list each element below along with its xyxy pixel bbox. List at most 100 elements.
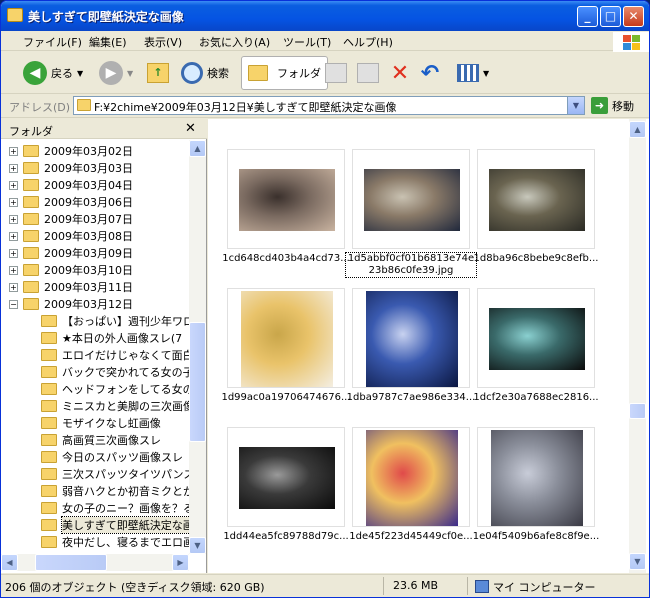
search-button[interactable]: 検索 (181, 58, 229, 88)
tree-subfolder[interactable]: バックで突かれてる女の子の (41, 364, 189, 380)
folders-button[interactable]: フォルダ (241, 56, 328, 90)
close-button[interactable]: ✕ (623, 6, 644, 27)
tree-date-folder[interactable]: +2009年03月07日 (9, 211, 133, 227)
folder-icon (41, 417, 57, 429)
expand-icon[interactable]: + (9, 197, 18, 207)
folder-pane-title: フォルダ (9, 125, 53, 138)
forward-button[interactable]: ▶ ▼ (99, 58, 133, 88)
maximize-button[interactable]: □ (600, 6, 621, 27)
status-bar: 206 個のオブジェクト (空きディスク領域: 620 GB) 23.6 MB … (1, 574, 649, 597)
delete-button[interactable]: ✕ (389, 58, 411, 88)
menu-help[interactable]: ヘルプ(H) (343, 34, 393, 50)
menu-edit[interactable]: 編集(E) (89, 34, 127, 50)
thumbnail-image (366, 291, 458, 387)
expand-icon[interactable]: + (9, 265, 18, 275)
scroll-up-icon[interactable]: ▲ (629, 121, 646, 138)
folder-tree-scrollbar[interactable]: ▲ ▼ (189, 140, 206, 554)
expand-icon[interactable]: + (9, 146, 18, 156)
tree-subfolder[interactable]: 夜中だし、寝るまでエロ画像 (41, 534, 189, 550)
scroll-thumb[interactable] (189, 322, 206, 442)
tree-subfolder[interactable]: モザイクなし虹画像 (41, 415, 161, 431)
tree-date-folder[interactable]: +2009年03月10日 (9, 262, 133, 278)
move-to-button[interactable] (325, 58, 347, 88)
address-input[interactable]: F:¥2chime¥2009年03月12日¥美しすぎて即壁紙決定な画像 ▼ (73, 96, 585, 115)
address-dropdown-icon[interactable]: ▼ (567, 97, 584, 114)
go-button[interactable]: ➜ 移動 (591, 97, 634, 114)
thumbnail-frame[interactable] (227, 288, 345, 388)
thumbnail-frame[interactable] (227, 149, 345, 249)
tree-date-folder[interactable]: +2009年03月08日 (9, 228, 133, 244)
thumbnail-frame[interactable] (352, 149, 470, 249)
tree-label: 2009年03月02日 (44, 145, 133, 158)
tree-subfolder[interactable]: 高画質三次画像スレ (41, 432, 161, 448)
scroll-up-icon[interactable]: ▲ (189, 140, 206, 157)
tree-subfolder[interactable]: 弱音ハクとか初音ミクとかの (41, 483, 189, 499)
thumbnail-frame[interactable] (352, 427, 470, 527)
minimize-button[interactable]: _ (577, 6, 598, 27)
scroll-down-icon[interactable]: ▼ (629, 553, 646, 570)
collapse-icon[interactable]: − (9, 299, 18, 309)
tree-date-folder[interactable]: +2009年03月11日 (9, 279, 133, 295)
copy-to-button[interactable] (357, 58, 379, 88)
tree-date-folder[interactable]: +2009年03月02日 (9, 143, 133, 159)
expand-icon[interactable]: + (9, 214, 18, 224)
menu-tools[interactable]: ツール(T) (283, 34, 331, 50)
tree-subfolder[interactable]: ミニスカと美脚の三次画像 (41, 398, 189, 414)
scroll-left-icon[interactable]: ◀ (1, 554, 18, 571)
folder-icon (41, 519, 57, 531)
thumbnail-frame[interactable] (477, 288, 595, 388)
tree-date-folder[interactable]: − 2009年03月12日 (9, 296, 133, 312)
go-label: 移動 (612, 99, 634, 113)
thumbnail-image (239, 447, 335, 509)
file-name: 1de45f223d45449cf0e... (349, 531, 473, 542)
scroll-right-icon[interactable]: ▶ (172, 554, 189, 571)
expand-icon[interactable]: + (9, 231, 18, 241)
back-button[interactable]: ◀ 戻る ▼ (23, 58, 83, 88)
expand-icon[interactable]: + (9, 163, 18, 173)
copy-to-icon (357, 63, 379, 83)
menu-bar: ファイル(F) 編集(E) 表示(V) お気に入り(A) ツール(T) ヘルプ(… (1, 31, 649, 51)
menu-view[interactable]: 表示(V) (144, 34, 182, 50)
tree-subfolder[interactable]: 美しすぎて即壁紙決定な画 (41, 516, 189, 534)
tree-label: ミニスカと美脚の三次画像 (62, 400, 189, 413)
tree-subfolder[interactable]: ★本日の外人画像スレ(7 (41, 330, 182, 346)
tree-subfolder[interactable]: ヘッドフォンをしてる女の子の (41, 381, 189, 397)
menu-favorites[interactable]: お気に入り(A) (199, 34, 270, 50)
folder-icon (77, 99, 91, 111)
menu-file[interactable]: ファイル(F) (23, 34, 82, 50)
tree-date-folder[interactable]: +2009年03月09日 (9, 245, 133, 261)
windows-logo-icon (613, 32, 649, 52)
thumbnail-frame[interactable] (227, 427, 345, 527)
thumbnail-frame[interactable] (477, 427, 595, 527)
tree-subfolder[interactable]: 今日のスパッツ画像スレ (41, 449, 183, 465)
tree-subfolder[interactable]: 三次スパッツタイツパンスト画 (41, 466, 189, 482)
tree-date-folder[interactable]: +2009年03月04日 (9, 177, 133, 193)
tree-label: ★本日の外人画像スレ(7 (62, 332, 183, 345)
tree-date-folder[interactable]: +2009年03月06日 (9, 194, 133, 210)
expand-icon[interactable]: + (9, 180, 18, 190)
tree-subfolder[interactable]: 女の子のニー？画像を？る (41, 500, 189, 516)
tree-date-folder[interactable]: +2009年03月03日 (9, 160, 133, 176)
thumbnail-frame[interactable] (352, 288, 470, 388)
tree-label: 2009年03月10日 (44, 264, 133, 277)
delete-x-icon: ✕ (390, 60, 410, 86)
tree-subfolder[interactable]: 【おっぱい】週刊少年ワロス (41, 313, 189, 329)
views-button[interactable]: ▼ (457, 58, 489, 88)
folder-pane-close-icon[interactable]: ✕ (185, 121, 196, 136)
expand-icon[interactable]: + (9, 248, 18, 258)
status-objects: 206 個のオブジェクト (空きディスク領域: 620 GB) (5, 581, 265, 594)
tree-label: 【おっぱい】週刊少年ワロス (62, 315, 189, 328)
folder-tree-hscrollbar[interactable]: ◀ ▶ (1, 554, 189, 571)
title-bar[interactable]: 美しすぎて即壁紙決定な画像 _ □ ✕ (1, 1, 649, 31)
scroll-down-icon[interactable]: ▼ (189, 537, 206, 554)
file-view-scrollbar[interactable]: ▲ ▼ (629, 119, 646, 573)
up-folder-button[interactable]: ↑ (147, 58, 169, 88)
tree-label: バックで突かれてる女の子の (62, 366, 189, 379)
views-icon (457, 64, 479, 82)
thumbnail-frame[interactable] (477, 149, 595, 249)
hscroll-thumb[interactable] (35, 554, 107, 571)
undo-button[interactable]: ↶ (419, 58, 441, 88)
tree-subfolder[interactable]: エロイだけじゃなくて面白くも (41, 347, 189, 363)
expand-icon[interactable]: + (9, 282, 18, 292)
scroll-thumb[interactable] (629, 403, 646, 419)
